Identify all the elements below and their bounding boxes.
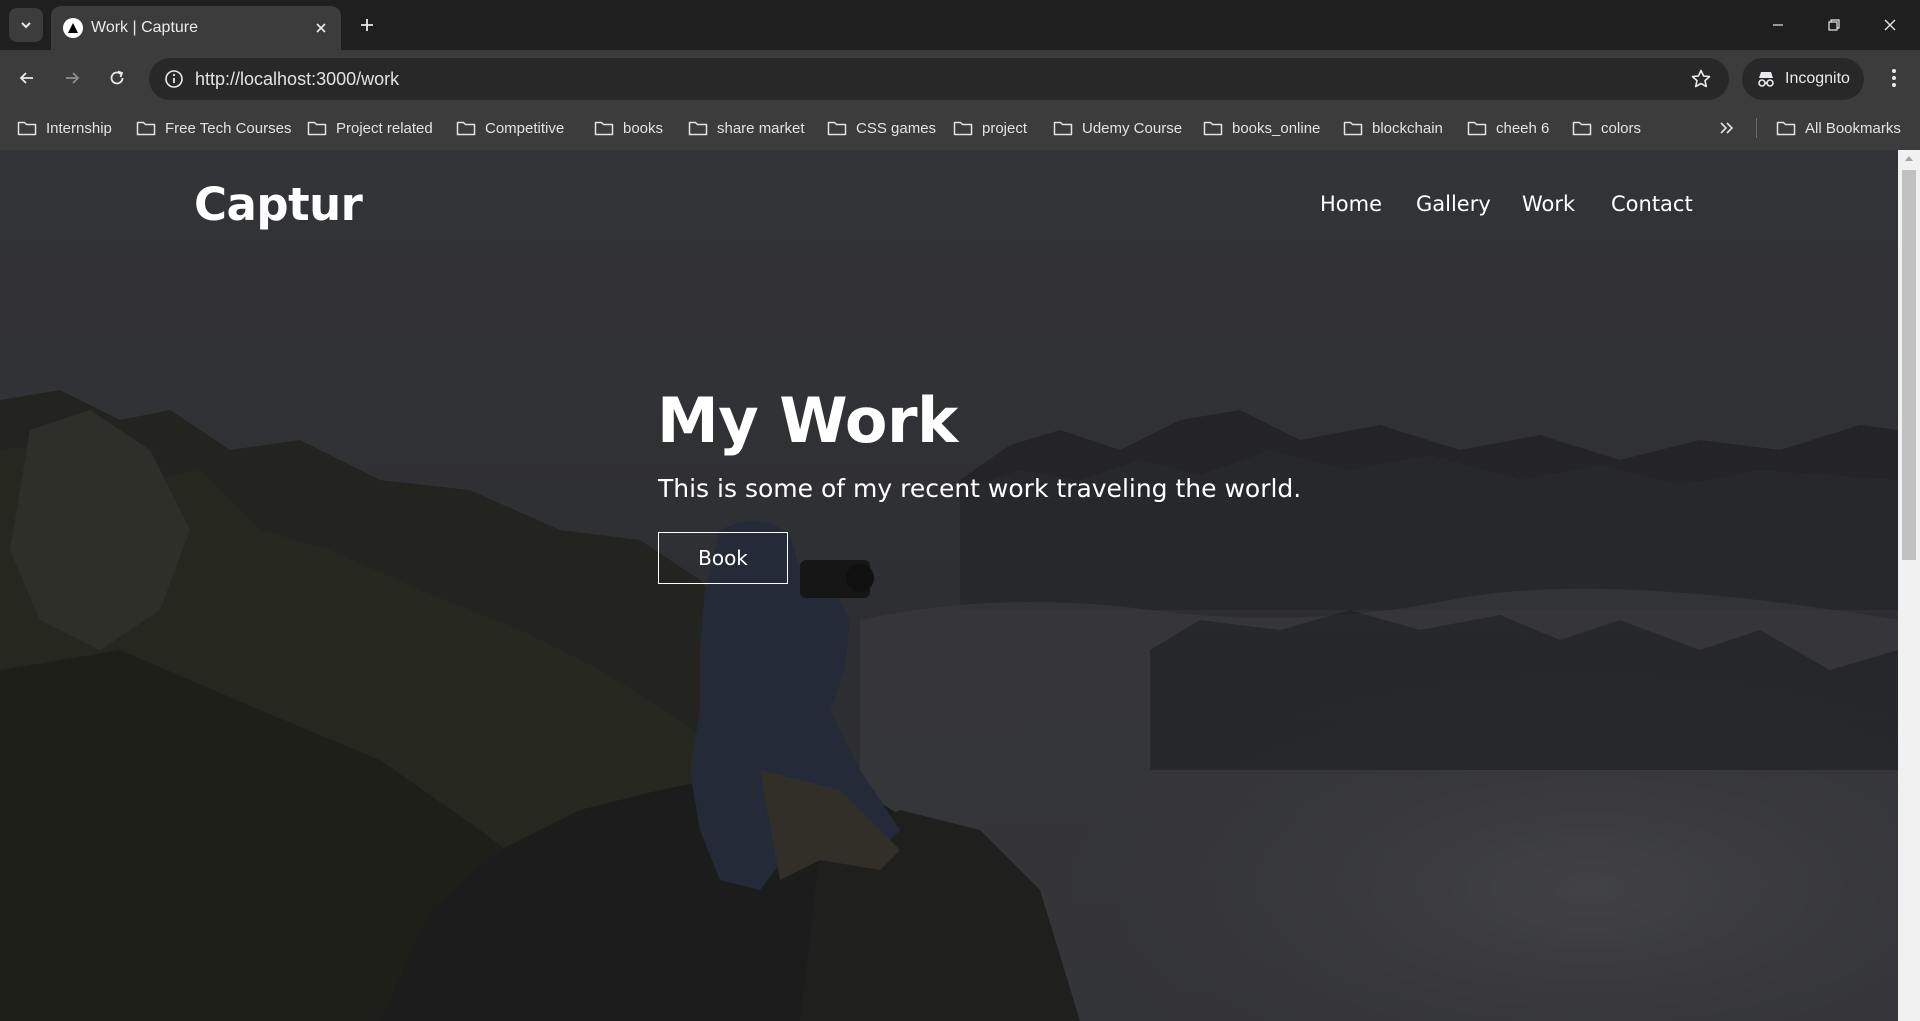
site-info-icon[interactable] xyxy=(163,68,185,90)
bookmark-label: blockchain xyxy=(1372,119,1443,137)
bookmark-label: Udemy Course xyxy=(1082,119,1183,137)
page-scrollbar[interactable] xyxy=(1898,150,1920,1021)
folder-icon xyxy=(1776,121,1796,136)
bookmark-star-icon[interactable] xyxy=(1689,67,1713,91)
bookmarks-divider xyxy=(1756,118,1757,138)
folder-icon xyxy=(307,121,327,136)
arrow-right-icon xyxy=(66,72,80,84)
plus-icon xyxy=(361,19,373,31)
browser-toolbar: http://localhost:3000/work Incognito xyxy=(0,50,1920,106)
close-icon xyxy=(1884,19,1896,31)
bookmark-folder[interactable]: colors xyxy=(1572,116,1641,140)
restore-button[interactable] xyxy=(1806,0,1862,50)
reload-button[interactable] xyxy=(99,60,135,96)
bookmark-folder[interactable]: project xyxy=(953,116,1027,140)
bookmark-folder[interactable]: Udemy Course xyxy=(1053,116,1182,140)
incognito-label: Incognito xyxy=(1785,70,1850,87)
folder-icon xyxy=(1572,121,1592,136)
nav-link-work[interactable]: Work xyxy=(1522,192,1575,216)
nav-link-contact[interactable]: Contact xyxy=(1611,192,1693,216)
reload-icon xyxy=(110,70,124,85)
bookmark-label: Free Tech Courses xyxy=(165,119,292,137)
forward-button[interactable] xyxy=(54,60,90,96)
bookmark-folder[interactable]: blockchain xyxy=(1343,116,1443,140)
folder-icon xyxy=(136,121,156,136)
hero-background-photo xyxy=(0,150,1898,1021)
bookmark-folder[interactable]: CSS games xyxy=(827,116,936,140)
folder-icon xyxy=(456,121,476,136)
back-button[interactable] xyxy=(9,60,45,96)
kebab-menu-icon xyxy=(1892,69,1896,87)
scroll-up-arrow-icon[interactable] xyxy=(1904,154,1914,162)
arrow-left-icon xyxy=(19,72,33,84)
bookmark-label: colors xyxy=(1601,119,1642,137)
minimize-icon xyxy=(1773,24,1783,26)
bookmark-label: books xyxy=(623,119,664,137)
browser-menu-button[interactable] xyxy=(1876,60,1912,96)
folder-icon xyxy=(688,121,708,136)
chevron-down-icon xyxy=(21,22,31,29)
tab-strip: Work | Capture xyxy=(0,0,1920,50)
bookmark-folder[interactable]: cheeh 6 xyxy=(1467,116,1549,140)
bookmark-folder[interactable]: share market xyxy=(688,116,805,140)
bookmark-label: Competitive xyxy=(485,119,565,137)
folder-icon xyxy=(1343,121,1363,136)
all-bookmarks-label: All Bookmarks xyxy=(1805,119,1901,137)
nav-link-gallery[interactable]: Gallery xyxy=(1416,192,1491,216)
bookmark-folder[interactable]: Free Tech Courses xyxy=(136,116,291,140)
site-favicon-icon xyxy=(63,18,83,38)
folder-icon xyxy=(1203,121,1223,136)
bookmark-label: Project related xyxy=(336,119,433,137)
tab-search-button[interactable] xyxy=(9,8,43,42)
bookmark-folder[interactable]: Internship xyxy=(17,116,112,140)
address-bar[interactable]: http://localhost:3000/work xyxy=(149,58,1729,100)
close-icon xyxy=(316,23,326,33)
tab-close-button[interactable] xyxy=(309,16,333,40)
folder-icon xyxy=(1467,121,1487,136)
folder-icon xyxy=(594,121,614,136)
incognito-icon xyxy=(1758,72,1774,87)
restore-icon xyxy=(1828,19,1840,31)
chevron-double-right-icon[interactable] xyxy=(1715,116,1739,140)
hero-title: My Work xyxy=(657,384,958,457)
incognito-indicator[interactable]: Incognito xyxy=(1742,58,1864,100)
hero-subtitle: This is some of my recent work traveling… xyxy=(658,474,1302,503)
tab-title: Work | Capture xyxy=(91,19,199,36)
all-bookmarks-button[interactable]: All Bookmarks xyxy=(1776,116,1901,140)
minimize-button[interactable] xyxy=(1750,0,1806,50)
close-window-button[interactable] xyxy=(1862,0,1918,50)
bookmark-label: books_online xyxy=(1232,119,1321,137)
bookmark-folder[interactable]: books_online xyxy=(1203,116,1320,140)
bookmark-label: CSS games xyxy=(856,119,937,137)
site-logo[interactable]: Captur xyxy=(194,178,363,231)
scrollbar-thumb[interactable] xyxy=(1902,170,1916,560)
folder-icon xyxy=(953,121,973,136)
new-tab-button[interactable] xyxy=(353,11,381,39)
page-viewport: Captur Home Gallery Work Contact My Work… xyxy=(0,150,1920,1021)
bookmark-label: share market xyxy=(717,119,805,137)
hero-section: Captur Home Gallery Work Contact My Work… xyxy=(0,150,1898,1021)
bookmark-label: project xyxy=(982,119,1028,137)
book-button[interactable]: Book xyxy=(658,532,788,584)
bookmark-folder[interactable]: Competitive xyxy=(456,116,564,140)
bookmark-folder[interactable]: Project related xyxy=(307,116,433,140)
bookmark-label: Internship xyxy=(46,119,112,137)
bookmark-folder[interactable]: books xyxy=(594,116,663,140)
folder-icon xyxy=(17,121,37,136)
url-text[interactable]: http://localhost:3000/work xyxy=(195,69,399,90)
bookmark-label: cheeh 6 xyxy=(1496,119,1550,137)
folder-icon xyxy=(1053,121,1073,136)
active-tab[interactable]: Work | Capture xyxy=(51,6,341,50)
folder-icon xyxy=(827,121,847,136)
bookmarks-bar: Internship Free Tech Courses Project rel… xyxy=(0,106,1920,150)
nav-link-home[interactable]: Home xyxy=(1320,192,1382,216)
